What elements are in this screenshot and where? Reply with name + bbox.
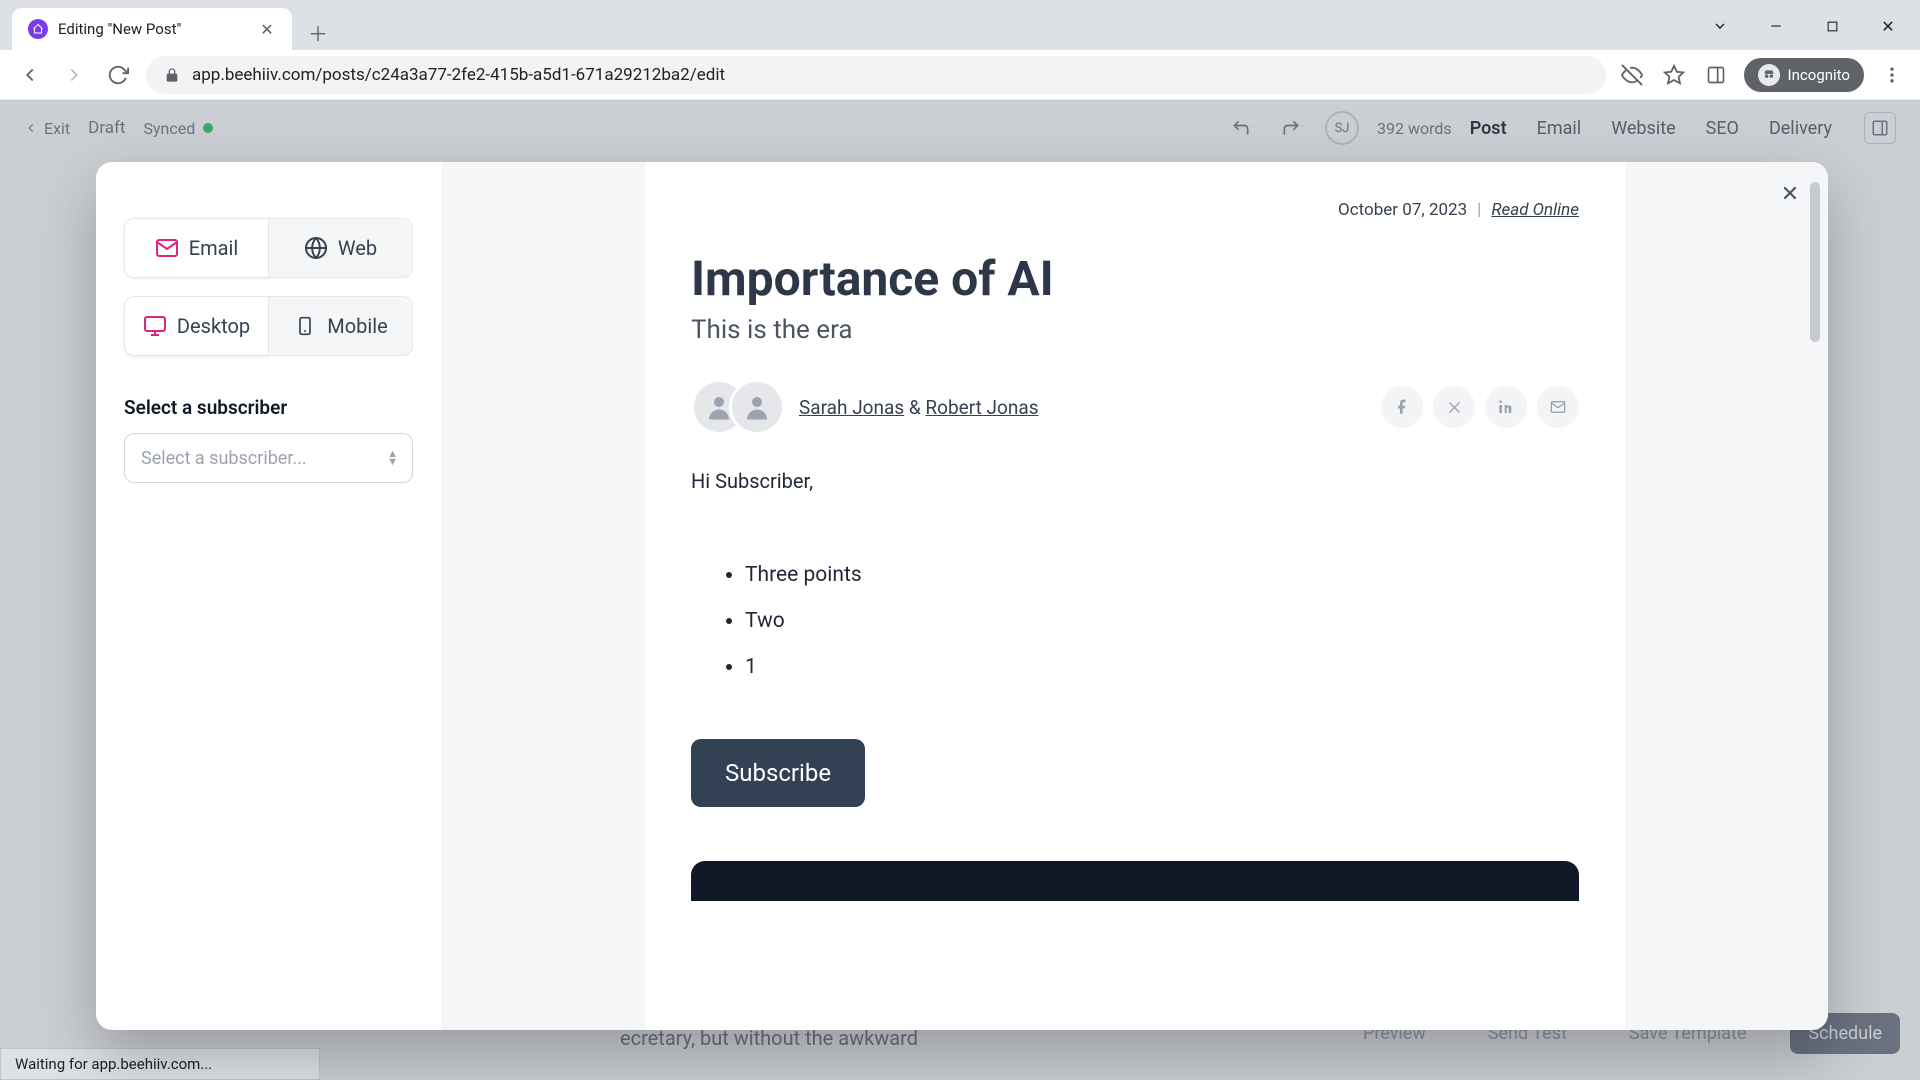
preview-pane: October 07, 2023 | Read Online Importanc…	[442, 162, 1828, 1030]
select-chevron-icon: ▲▼	[387, 450, 398, 466]
meta-row: October 07, 2023 | Read Online	[691, 200, 1579, 220]
toggle-mobile[interactable]: Mobile	[269, 296, 413, 356]
extensions-icon[interactable]	[1702, 61, 1730, 89]
preview-content: October 07, 2023 | Read Online Importanc…	[645, 162, 1625, 1030]
mobile-icon	[293, 314, 317, 338]
list-item: Three points	[745, 563, 1579, 587]
browser-tab[interactable]: Editing "New Post" ✕	[12, 8, 292, 50]
share-facebook-icon[interactable]	[1381, 386, 1423, 428]
meta-separator: |	[1477, 200, 1481, 220]
scroll-thumb[interactable]	[1810, 182, 1820, 342]
desktop-icon	[143, 314, 167, 338]
author-link-2[interactable]: Robert Jonas	[925, 396, 1038, 419]
tab-title: Editing "New Post"	[58, 20, 248, 38]
globe-icon	[304, 236, 328, 260]
share-linkedin-icon[interactable]	[1485, 386, 1527, 428]
content-dark-block	[691, 861, 1579, 901]
favicon-icon	[28, 19, 48, 39]
list-item: Two	[745, 609, 1579, 633]
subscriber-section-label: Select a subscriber	[124, 396, 413, 419]
incognito-badge[interactable]: Incognito	[1744, 58, 1864, 92]
share-mail-icon[interactable]	[1537, 386, 1579, 428]
eye-off-icon[interactable]	[1618, 61, 1646, 89]
modal-close-button[interactable]: ✕	[1772, 176, 1808, 212]
device-toggle-group: Desktop Mobile	[124, 296, 413, 356]
post-title: Importance of AI	[691, 250, 1579, 307]
author-row: Sarah Jonas & Robert Jonas	[691, 379, 1579, 435]
view-toggle-group: Email Web	[124, 218, 413, 278]
subscribe-button[interactable]: Subscribe	[691, 739, 865, 807]
browser-chrome: Editing "New Post" ✕ ＋ ✕ app.beehiiv.com…	[0, 0, 1920, 100]
new-tab-button[interactable]: ＋	[300, 14, 336, 50]
back-button[interactable]	[14, 59, 46, 91]
read-online-link[interactable]: Read Online	[1491, 200, 1579, 220]
url-text: app.beehiiv.com/posts/c24a3a77-2fe2-415b…	[192, 65, 725, 85]
toggle-web[interactable]: Web	[269, 218, 413, 278]
post-subtitle: This is the era	[691, 315, 1579, 345]
preview-modal: ✕ Email Web Desktop Mobile	[96, 162, 1828, 1030]
chevron-down-icon[interactable]	[1696, 8, 1744, 44]
lock-icon	[164, 67, 180, 83]
maximize-icon[interactable]	[1808, 8, 1856, 44]
tab-close-icon[interactable]: ✕	[258, 20, 276, 38]
star-icon[interactable]	[1660, 61, 1688, 89]
tab-bar: Editing "New Post" ✕ ＋ ✕	[0, 0, 1920, 50]
window-controls: ✕	[1696, 8, 1912, 44]
close-window-icon[interactable]: ✕	[1864, 8, 1912, 44]
author-link-1[interactable]: Sarah Jonas	[799, 396, 904, 419]
toggle-desktop[interactable]: Desktop	[124, 296, 269, 356]
browser-status-strip: Waiting for app.beehiiv.com...	[0, 1048, 320, 1080]
subscriber-placeholder: Select a subscriber...	[141, 448, 307, 469]
incognito-label: Incognito	[1788, 66, 1850, 84]
avatar-icon	[729, 379, 785, 435]
scrollbar[interactable]	[1808, 162, 1820, 1030]
post-date: October 07, 2023	[1338, 200, 1467, 220]
modal-sidebar: Email Web Desktop Mobile Select a subscr…	[96, 162, 442, 1030]
share-icons	[1381, 386, 1579, 428]
author-names: Sarah Jonas & Robert Jonas	[799, 396, 1039, 419]
reload-button[interactable]	[102, 59, 134, 91]
author-avatars	[691, 379, 785, 435]
share-x-icon[interactable]	[1433, 386, 1475, 428]
bullet-list: Three points Two 1	[691, 563, 1579, 679]
mail-icon	[155, 236, 179, 260]
app-backdrop: Exit Draft Synced SJ 392 words Post Emai…	[0, 100, 1920, 1080]
minimize-icon[interactable]	[1752, 8, 1800, 44]
incognito-icon	[1758, 64, 1780, 86]
address-bar: app.beehiiv.com/posts/c24a3a77-2fe2-415b…	[0, 50, 1920, 100]
subscriber-select[interactable]: Select a subscriber... ▲▼	[124, 433, 413, 483]
greeting-text: Hi Subscriber,	[691, 469, 1579, 493]
toggle-email[interactable]: Email	[124, 218, 269, 278]
kebab-menu-icon[interactable]	[1878, 61, 1906, 89]
url-field[interactable]: app.beehiiv.com/posts/c24a3a77-2fe2-415b…	[146, 56, 1606, 94]
forward-button[interactable]	[58, 59, 90, 91]
list-item: 1	[745, 655, 1579, 679]
